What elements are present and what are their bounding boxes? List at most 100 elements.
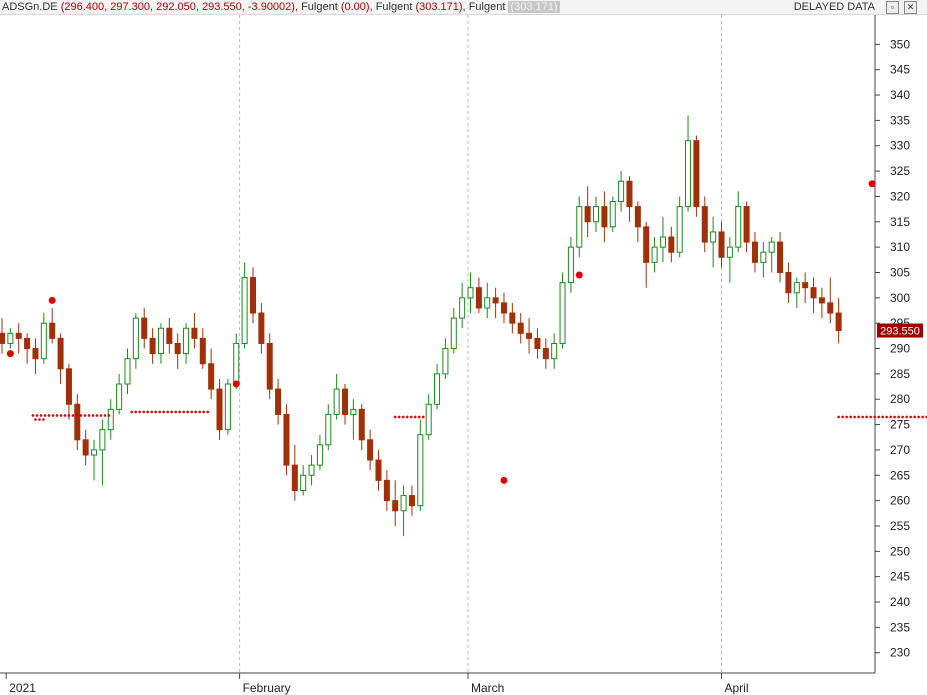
ohlc-values: (296.400, 297.300, 292.050, 293.550, -3.… [60,1,299,13]
candle-body [701,206,708,243]
candle-body [601,206,608,228]
delayed-data-label: DELAYED DATA [793,1,875,13]
signal-dot [198,410,201,414]
x-tick-label: April [725,681,749,695]
price-chart: 230 235 240 245 250 255 260 265 270 275 280 285 290 2… [0,15,927,695]
ticker-label: ADSGn.DE [2,1,58,13]
x-tick-label: 2021 [9,681,36,695]
signal-dot [154,410,157,414]
candle-body [668,236,675,253]
candle-body [191,327,198,339]
candle-body [500,302,507,314]
signal-dot [865,415,868,419]
signal-dot [841,415,844,419]
signal-dot [166,410,169,414]
y-axis: 2302352402452502552602652702752802852902… [874,15,910,673]
signal-dot [34,418,37,421]
red-signal-dot [868,180,876,188]
signal-dot [146,410,149,414]
x-tick-label: February [243,681,291,695]
signal-dot [91,414,95,417]
y-tick-label: 265 [890,468,910,482]
indicator-label-1: Fulgent [301,1,338,13]
y-tick-label: 335 [890,113,910,127]
signal-dot [103,414,107,417]
candle-body [567,246,574,284]
candle-body [710,231,717,243]
candle-body [584,206,591,223]
candle-body [810,287,817,299]
signal-dot [150,410,153,414]
candle-body [785,271,792,294]
signal-dot [63,414,67,417]
candle-body [659,236,666,248]
signal-dot [51,414,55,417]
candle-body [726,246,733,258]
signal-dot [837,415,840,419]
candle-body [116,383,123,410]
y-tick-label: 330 [890,139,910,153]
chart-grid [239,15,723,673]
signal-dot [877,415,880,419]
candle-body [258,312,265,344]
candle-body [634,206,641,228]
candle-body [593,206,600,223]
candle-body [827,302,834,314]
x-axis: 2021FebruaryMarchAprilMayJuneJulyAugustS… [0,672,875,695]
candle-body [643,226,650,263]
indicator-label-2: Fulgent [375,1,413,13]
signal-dot [182,410,185,414]
candle-body [275,388,282,415]
y-tick-label: 255 [890,519,910,533]
candle-body [266,342,273,390]
signal-dot [905,415,908,419]
signal-dot [142,410,145,414]
candle-body [174,342,181,355]
y-tick-label: 275 [890,418,910,432]
restore-button[interactable]: ▫ [886,1,899,14]
y-tick-label: 240 [890,595,910,609]
signal-dot [75,414,79,417]
red-signal-dot [232,380,240,388]
y-tick-label: 350 [890,37,910,51]
candle-body [74,403,81,441]
candle-body [442,348,449,375]
candle-body [224,383,231,431]
red-signal-dot [575,271,583,279]
signal-dot [861,415,864,419]
chart-title: ADSGn.DE (296.400, 297.300, 292.050, 293… [2,0,560,14]
candle-body [367,439,374,461]
signal-dot [134,410,137,414]
candle-body [199,337,206,365]
indicator-value-3: (303.171) [508,1,560,13]
close-button[interactable]: ✕ [904,1,917,14]
y-tick-label: 280 [890,392,910,406]
signal-dot [71,414,75,417]
signal-dot [873,415,876,419]
y-tick-label: 245 [890,570,910,584]
candle-body [676,206,683,253]
candle-body [124,358,131,385]
signal-dot [130,410,133,414]
y-tick-label: 315 [890,215,910,229]
signal-dot [889,415,892,419]
signal-dot [921,415,924,419]
signal-dot [186,410,189,414]
x-tick-label: March [471,681,504,695]
candle-body [0,332,6,344]
candle-body [735,206,742,248]
signal-dot [138,410,141,414]
signal-dot [397,415,401,419]
signal-dot [194,410,197,414]
candle-body [751,241,758,263]
candle-body [149,337,156,355]
indicator-label-3: Fulgent [468,1,506,13]
signal-dot [917,415,920,419]
candle-body [534,337,541,350]
signal-dot [409,415,413,419]
signal-dot [31,414,35,417]
candle-body [576,206,583,248]
y-tick-label: 290 [890,342,910,356]
candle-body [802,282,809,289]
last-price-label: 293.550 [880,326,920,338]
